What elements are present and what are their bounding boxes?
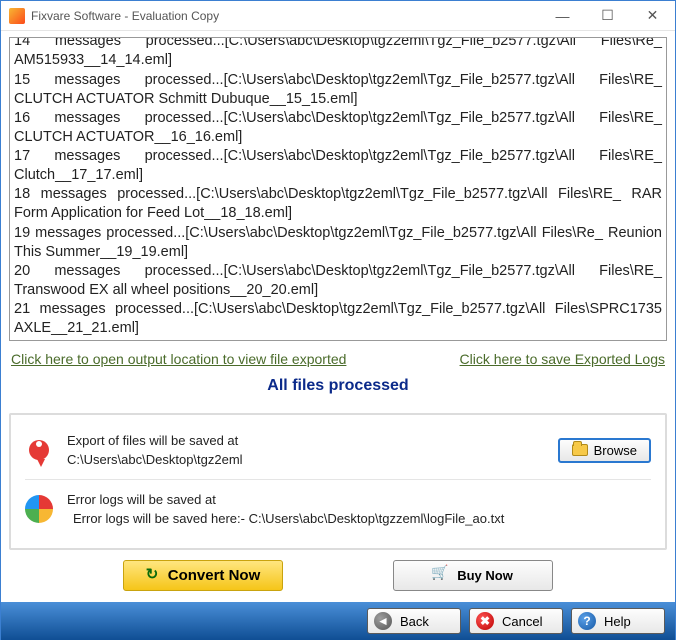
cart-icon: [433, 569, 451, 583]
save-logs-link[interactable]: Click here to save Exported Logs: [460, 351, 665, 367]
log-entry: 17 messages processed...[C:\Users\abc\De…: [14, 147, 662, 185]
log-entry: 21 messages processed...[C:\Users\abc\De…: [14, 300, 662, 338]
log-entry: 15 messages processed...[C:\Users\abc\De…: [14, 71, 662, 109]
help-icon: ?: [578, 612, 596, 630]
maximize-button[interactable]: ☐: [585, 1, 630, 30]
convert-now-button[interactable]: Convert Now: [123, 560, 283, 591]
export-location-label: Export of files will be saved at: [67, 433, 544, 448]
error-log-path: Error logs will be saved here:- C:\Users…: [73, 511, 651, 526]
export-location-path: C:\Users\abc\Desktop\tgz2eml: [67, 452, 544, 467]
convert-icon: [146, 568, 162, 584]
log-entry: 14 messages processed...[C:\Users\abc\De…: [14, 37, 662, 71]
cancel-button[interactable]: ✖ Cancel: [469, 608, 563, 634]
error-log-label: Error logs will be saved at: [67, 492, 651, 507]
log-entry: 20 messages processed...[C:\Users\abc\De…: [14, 262, 662, 300]
window-controls: — ☐ ✕: [540, 1, 675, 30]
window-title: Fixvare Software - Evaluation Copy: [31, 9, 540, 23]
back-button[interactable]: ◄ Back: [367, 608, 461, 634]
log-output[interactable]: 13 messages processed...[C:\Users\abc\De…: [9, 37, 667, 341]
app-icon: [9, 8, 25, 24]
buy-now-label: Buy Now: [457, 568, 513, 583]
log-entry: 16 messages processed...[C:\Users\abc\De…: [14, 109, 662, 147]
back-button-label: Back: [400, 614, 429, 629]
settings-panel: Export of files will be saved at C:\User…: [9, 413, 667, 550]
folder-icon: [572, 444, 588, 456]
cancel-icon: ✖: [476, 612, 494, 630]
browse-button[interactable]: Browse: [558, 438, 651, 463]
browse-button-label: Browse: [594, 443, 637, 458]
footer-bar: ◄ Back ✖ Cancel ? Help: [1, 602, 675, 640]
cancel-button-label: Cancel: [502, 614, 542, 629]
back-arrow-icon: ◄: [374, 612, 392, 630]
minimize-button[interactable]: —: [540, 1, 585, 30]
help-button-label: Help: [604, 614, 631, 629]
location-pin-icon: [25, 436, 53, 464]
convert-now-label: Convert Now: [168, 567, 261, 584]
help-button[interactable]: ? Help: [571, 608, 665, 634]
status-message: All files processed: [9, 377, 667, 395]
error-log-icon: [25, 495, 53, 523]
log-entry: 19 messages processed...[C:\Users\abc\De…: [14, 224, 662, 262]
titlebar: Fixvare Software - Evaluation Copy — ☐ ✕: [1, 1, 675, 31]
log-entry: 18 messages processed...[C:\Users\abc\De…: [14, 185, 662, 223]
open-output-link[interactable]: Click here to open output location to vi…: [11, 351, 346, 367]
buy-now-button[interactable]: Buy Now: [393, 560, 553, 591]
close-button[interactable]: ✕: [630, 1, 675, 30]
